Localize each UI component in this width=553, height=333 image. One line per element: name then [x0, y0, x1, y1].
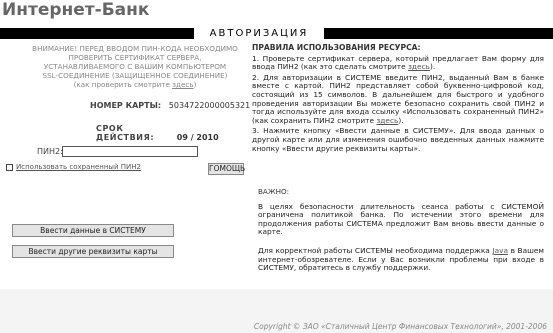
- rule-item-2: 2. Для авторизации в СИСТЕМЕ введите ПИН…: [252, 73, 544, 126]
- save-pin-label: Использовать сохраненный ПИН2: [16, 163, 141, 171]
- enter-system-button[interactable]: Ввести данные в СИСТЕМУ: [12, 224, 174, 237]
- card-number-value: 5034722000005321: [168, 101, 251, 110]
- pin-label: ПИН2:: [37, 147, 63, 156]
- warning-line-1: ВНИМАНИЕ! ПЕРЕД ВВОДОМ ПИН-КОДА НЕОБХОДИ…: [32, 44, 238, 53]
- rule-item-1: 1. Проверьте сертификат сервера, который…: [252, 53, 544, 72]
- warning-line-2: ПРОВЕРИТЬ СЕРТИФИКАТ СЕРВЕРА,: [68, 53, 202, 62]
- help-button[interactable]: ГОМОЩЬ: [208, 163, 245, 175]
- copyright-footer: Copyright © ЗАО «Сталичный Центр Финансо…: [253, 322, 547, 331]
- warning-how-prefix: (как проверить смотрите: [73, 80, 173, 89]
- auth-title: АВТОРИЗАЦИЯ: [194, 28, 324, 39]
- warning-line-5: (как проверить смотрите здесь): [30, 80, 240, 89]
- warning-how-suffix: ): [193, 80, 197, 89]
- bank-logo-title: Интернет-Банк: [2, 0, 150, 20]
- usage-rules: ПРАВИЛА ИСПОЛЬЗОВАНИЯ РЕСУРСА: 1. Провер…: [252, 43, 544, 155]
- important-notes: ВАЖНО: В целях безопасности длительность…: [258, 187, 544, 283]
- rule-item-3: 3. Нажмите кнопку «Ввести данные в СИСТЕ…: [252, 126, 544, 153]
- rule-1-text: 1. Проверьте сертификат сервера, который…: [252, 53, 544, 72]
- warning-line-3: УСТАНАВЛИВАЕМОГО С ВАШИМ КОМПЬЮТЕРОМ: [43, 62, 227, 71]
- notes-title: ВАЖНО:: [258, 187, 290, 196]
- rules-list: 1. Проверьте сертификат сервера, который…: [252, 53, 544, 154]
- card-number-row: НОМЕР КАРТЫ: 5034722000005321: [90, 101, 250, 110]
- save-pin-checkbox[interactable]: [6, 163, 13, 171]
- ssl-warning: ВНИМАНИЕ! ПЕРЕД ВВОДОМ ПИН-КОДА НЕОБХОДИ…: [30, 44, 240, 89]
- notes-session-text: В целях безопасности длительность сеанса…: [258, 201, 544, 237]
- warning-how-link[interactable]: здесь: [172, 80, 193, 89]
- warning-line-4: SSL-СОЕДИНЕНИЕ (ЗАЩИЩЕННОЕ СОЕДИНЕНИЕ): [42, 71, 228, 80]
- other-card-button[interactable]: Ввести другие реквизиты карты: [12, 245, 174, 258]
- save-pin-row[interactable]: Использовать сохраненный ПИН2: [6, 162, 141, 172]
- rule-2-link[interactable]: здесь: [376, 116, 398, 125]
- auth-header-band: АВТОРИЗАЦИЯ: [0, 28, 553, 39]
- rule-1-suffix: ).: [430, 62, 436, 72]
- card-number-label: НОМЕР КАРТЫ:: [90, 101, 162, 110]
- expiry-value: 09 / 2010: [176, 133, 219, 142]
- rule-2-suffix: ).: [398, 115, 404, 125]
- pin-input[interactable]: [62, 146, 198, 157]
- rules-title: ПРАВИЛА ИСПОЛЬЗОВАНИЯ РЕСУРСА:: [252, 43, 421, 52]
- expiry-row: СРОК ДЕЙСТВИЯ: 09 / 2010: [96, 124, 219, 142]
- expiry-label: СРОК ДЕЙСТВИЯ:: [96, 124, 155, 142]
- notes-java-paragraph: Для корректной работы СИСТЕМЫ необходима…: [258, 246, 544, 273]
- top-bar: Интернет-Банк: [0, 0, 553, 28]
- rule-1-link[interactable]: здесь: [408, 62, 430, 71]
